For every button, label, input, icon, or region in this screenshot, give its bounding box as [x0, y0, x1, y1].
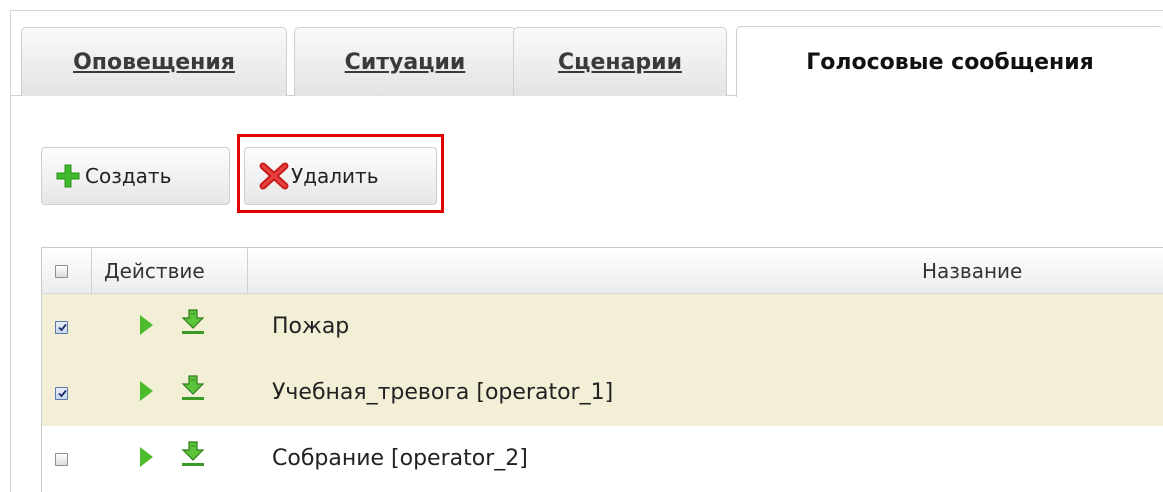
- tab-voice-messages[interactable]: Голосовые сообщения: [736, 26, 1163, 97]
- table-row[interactable]: Пожар: [41, 294, 1163, 360]
- check-icon: [58, 389, 67, 398]
- delete-highlight-frame: [237, 134, 444, 213]
- table-row[interactable]: Учебная_тревога [operator_1]: [41, 360, 1163, 426]
- column-header-name[interactable]: Название: [922, 259, 1022, 283]
- tab-scenarios[interactable]: Сценарии: [513, 27, 727, 96]
- create-button-label: Создать: [85, 164, 172, 188]
- select-all-checkbox[interactable]: [55, 265, 68, 278]
- header-separator: [91, 248, 92, 294]
- table-row[interactable]: Собрание [operator_2]: [41, 426, 1163, 492]
- play-icon[interactable]: [138, 380, 154, 402]
- voice-messages-grid: Действие Название Пожар Учебная_тревога […: [41, 247, 1163, 492]
- tab-strip: Оповещения Ситуации Сценарии Голосовые с…: [11, 11, 1163, 97]
- plus-icon: [56, 164, 80, 188]
- row-name: Собрание [operator_2]: [272, 446, 528, 471]
- create-button[interactable]: Создать: [41, 147, 230, 205]
- grid-header: Действие Название: [41, 247, 1163, 294]
- play-icon[interactable]: [138, 314, 154, 336]
- play-icon[interactable]: [138, 446, 154, 468]
- tab-situations-label: Ситуации: [344, 49, 466, 75]
- tab-voice-messages-label: Голосовые сообщения: [806, 49, 1094, 75]
- check-icon: [58, 323, 67, 332]
- header-separator: [247, 248, 248, 294]
- tab-notifications[interactable]: Оповещения: [21, 27, 287, 96]
- tab-situations[interactable]: Ситуации: [294, 27, 516, 96]
- row-name: Пожар: [272, 314, 350, 339]
- tab-notifications-label: Оповещения: [73, 49, 235, 75]
- row-name: Учебная_тревога [operator_1]: [272, 380, 614, 405]
- download-icon[interactable]: [181, 375, 205, 401]
- column-header-action[interactable]: Действие: [104, 259, 205, 283]
- row-checkbox[interactable]: [55, 321, 68, 334]
- tab-scenarios-label: Сценарии: [558, 49, 682, 75]
- row-checkbox[interactable]: [55, 453, 68, 466]
- row-checkbox[interactable]: [55, 387, 68, 400]
- download-icon[interactable]: [181, 309, 205, 335]
- download-icon[interactable]: [181, 441, 205, 467]
